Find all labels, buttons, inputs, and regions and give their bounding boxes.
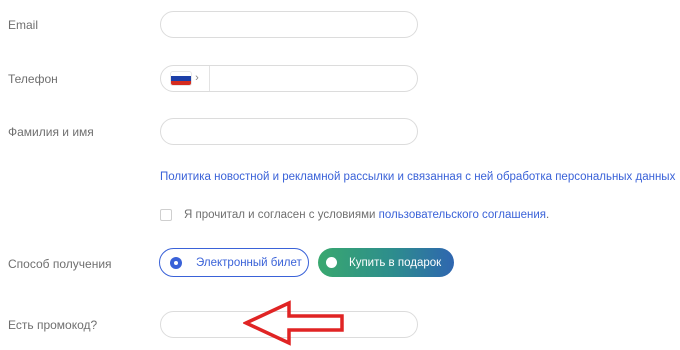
promo-label: Есть промокод?: [8, 318, 98, 332]
left-arrow-icon: [243, 300, 344, 346]
email-label: Email: [8, 18, 39, 32]
russia-flag-icon: [171, 72, 192, 85]
terms-checkbox[interactable]: [160, 209, 172, 221]
name-label: Фамилия и имя: [8, 125, 94, 139]
buy-as-gift-label: Купить в подарок: [349, 256, 442, 269]
chevron-right-icon: ›: [195, 72, 199, 84]
terms-suffix: .: [545, 209, 550, 221]
electronic-ticket-option[interactable]: Электронный билет: [159, 248, 309, 277]
buy-as-gift-option[interactable]: Купить в подарок: [318, 248, 454, 277]
radio-unselected-icon: [326, 257, 337, 268]
phone-label: Телефон: [8, 72, 58, 86]
delivery-label: Способ получения: [8, 257, 112, 271]
email-field[interactable]: [160, 11, 418, 38]
phone-field[interactable]: ›: [160, 65, 418, 92]
electronic-ticket-label: Электронный билет: [196, 256, 302, 269]
terms-agreement: Я прочитал и согласен с условиями пользо…: [160, 209, 549, 221]
full-name-field[interactable]: [160, 118, 418, 145]
terms-text: Я прочитал и согласен с условиями: [184, 209, 376, 221]
user-agreement-link[interactable]: пользовательского соглашения: [379, 209, 546, 221]
country-selector[interactable]: ›: [161, 66, 210, 91]
radio-selected-icon: [170, 256, 182, 269]
privacy-policy-link[interactable]: Политика новостной и рекламной рассылки …: [160, 171, 675, 183]
